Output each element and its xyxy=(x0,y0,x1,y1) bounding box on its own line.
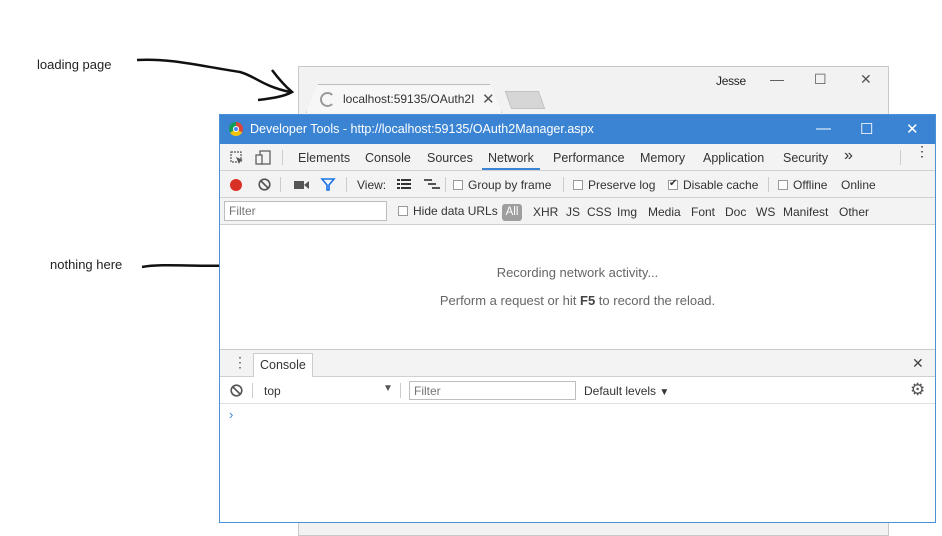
hide-data-urls-checkbox[interactable] xyxy=(398,206,408,216)
filter-type-other[interactable]: Other xyxy=(839,205,869,219)
offline-option[interactable]: Offline xyxy=(778,178,827,192)
network-filter-input[interactable] xyxy=(224,201,387,221)
devtools-maximize-icon[interactable]: ☐ xyxy=(860,120,873,138)
offline-checkbox[interactable] xyxy=(778,180,788,190)
tab-elements[interactable]: Elements xyxy=(298,151,350,165)
waterfall-icon[interactable] xyxy=(424,179,440,190)
context-dropdown-icon[interactable]: ▼ xyxy=(383,383,393,394)
offline-label: Offline xyxy=(793,178,828,192)
filter-type-img[interactable]: Img xyxy=(617,205,637,219)
minimize-icon[interactable]: — xyxy=(770,71,784,87)
new-tab-button[interactable] xyxy=(504,91,546,109)
filter-type-font[interactable]: Font xyxy=(691,205,715,219)
devtools-close-icon[interactable]: ✕ xyxy=(906,120,919,138)
panel-tabs-bar: Elements Console Sources Network Perform… xyxy=(220,144,935,171)
preserve-log-option[interactable]: Preserve log xyxy=(573,178,655,192)
browser-tab-title: localhost:59135/OAuth2I xyxy=(343,92,475,106)
devtools-title: Developer Tools - http://localhost:59135… xyxy=(250,122,594,136)
filter-type-all[interactable]: All xyxy=(502,204,522,221)
recording-message: Recording network activity... xyxy=(496,265,659,280)
disable-cache-option[interactable]: Disable cache xyxy=(668,178,758,192)
network-filter-bar: Hide data URLs All XHR JS CSS Img Media … xyxy=(220,198,935,225)
view-label: View: xyxy=(357,178,387,192)
reload-hint-prefix: Perform a request or hit xyxy=(439,293,581,308)
reload-hint: Perform a request or hit F5 to record th… xyxy=(220,293,935,308)
profile-name[interactable]: Jesse xyxy=(716,74,746,88)
group-by-frame-option[interactable]: Group by frame xyxy=(453,178,551,192)
reload-hint-suffix: to record the reload. xyxy=(595,293,716,308)
filter-type-js[interactable]: JS xyxy=(566,205,580,219)
filter-type-ws[interactable]: WS xyxy=(756,205,775,219)
network-toolbar: View: Group by frame Preserve log Disabl… xyxy=(220,171,935,198)
log-levels-dropdown-icon: ▼ xyxy=(659,387,670,398)
device-toolbar-icon[interactable] xyxy=(255,150,271,165)
devtools-minimize-icon[interactable]: — xyxy=(816,120,831,137)
filter-type-xhr[interactable]: XHR xyxy=(533,205,558,219)
console-filter-input[interactable] xyxy=(409,381,576,400)
filter-type-manifest[interactable]: Manifest xyxy=(783,205,828,219)
maximize-icon[interactable]: ☐ xyxy=(814,71,827,88)
close-icon[interactable]: ✕ xyxy=(860,71,872,88)
browser-tab-content[interactable]: localhost:59135/OAuth2I xyxy=(320,88,500,110)
devtools-window: Developer Tools - http://localhost:59135… xyxy=(219,114,936,523)
filter-type-doc[interactable]: Doc xyxy=(725,205,746,219)
inspect-element-icon[interactable] xyxy=(230,151,244,165)
tab-security[interactable]: Security xyxy=(783,151,828,165)
tab-close-icon[interactable]: ✕ xyxy=(482,90,495,108)
tab-sources[interactable]: Sources xyxy=(427,151,473,165)
console-settings-icon[interactable]: ⚙ xyxy=(910,380,925,400)
drawer-tab-console[interactable]: Console xyxy=(253,353,313,377)
console-prompt[interactable]: › xyxy=(229,407,233,422)
filter-type-css[interactable]: CSS xyxy=(587,205,612,219)
drawer-menu-icon[interactable]: ⋮ xyxy=(233,354,247,371)
tab-console[interactable]: Console xyxy=(365,151,411,165)
group-by-frame-label: Group by frame xyxy=(468,178,552,192)
group-by-frame-checkbox[interactable] xyxy=(453,180,463,190)
capture-screenshots-icon[interactable] xyxy=(294,180,309,190)
filter-icon[interactable] xyxy=(320,178,336,191)
chrome-icon xyxy=(229,122,243,136)
drawer-close-icon[interactable]: ✕ xyxy=(912,355,924,372)
reload-hint-key: F5 xyxy=(580,293,596,308)
log-levels-label: Default levels xyxy=(584,384,657,398)
active-tab-indicator xyxy=(482,168,540,170)
tab-performance[interactable]: Performance xyxy=(553,151,625,165)
devtools-title-bar: Developer Tools - http://localhost:59135… xyxy=(220,115,935,144)
clear-icon[interactable] xyxy=(258,178,271,191)
hide-data-urls-option[interactable]: Hide data URLs xyxy=(398,204,498,218)
tab-memory[interactable]: Memory xyxy=(640,151,685,165)
preserve-log-checkbox[interactable] xyxy=(573,180,583,190)
drawer-tabs-bar: ⋮ Console ✕ xyxy=(220,349,935,377)
context-select[interactable]: top xyxy=(264,384,281,398)
disable-cache-label: Disable cache xyxy=(683,178,759,192)
preserve-log-label: Preserve log xyxy=(588,178,656,192)
devtools-menu-icon[interactable]: ⋮ xyxy=(915,144,929,158)
tab-application[interactable]: Application xyxy=(703,151,764,165)
loading-spinner-icon xyxy=(320,91,335,107)
hide-data-urls-label: Hide data URLs xyxy=(413,204,498,218)
console-toolbar: top ▼ Default levels ▼ ⚙ xyxy=(220,377,935,404)
tab-network[interactable]: Network xyxy=(488,151,534,165)
large-rows-icon[interactable] xyxy=(397,179,411,190)
disable-cache-checkbox[interactable] xyxy=(668,178,678,190)
log-levels-select[interactable]: Default levels ▼ xyxy=(584,384,669,398)
more-tabs-icon[interactable]: » xyxy=(844,147,853,165)
filter-type-media[interactable]: Media xyxy=(648,205,681,219)
record-button[interactable] xyxy=(230,179,242,191)
throttling-select[interactable]: Online xyxy=(841,178,876,192)
console-clear-icon[interactable] xyxy=(230,384,243,397)
